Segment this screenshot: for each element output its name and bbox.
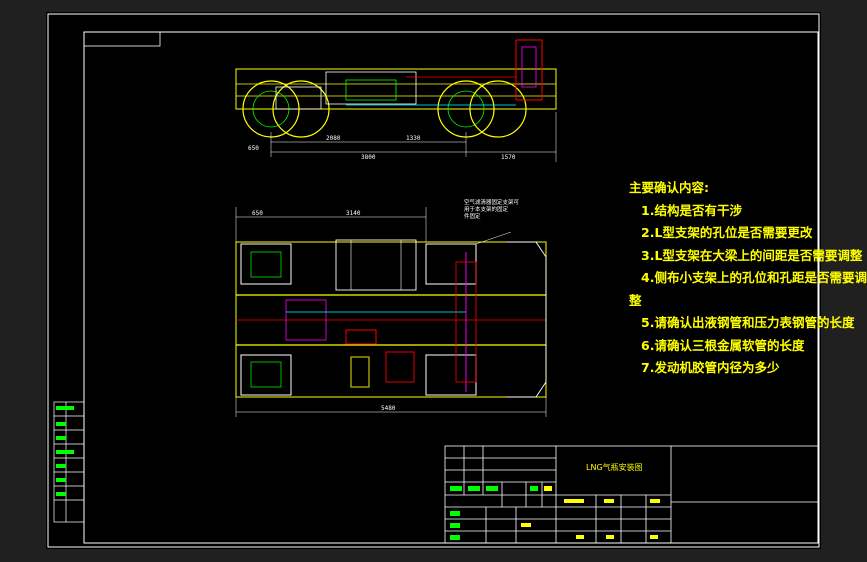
note-item-4: 4.侧布小支架上的孔位和孔距是否需要调 [641,270,867,285]
note-item-5: 5.请确认出液钢管和压力表钢管的长度 [641,315,855,330]
bracket-callout: 空气滤清器固定支架可 用于本支架的固定 件固定 [464,200,519,221]
left-stamp-table [53,401,85,523]
title-block [444,445,819,544]
note-item-6: 6.请确认三根金属软管的长度 [641,337,805,353]
notes-heading: 主要确认内容: [629,180,709,195]
plan-view [235,207,547,417]
title-block-green-marks [450,486,538,540]
note-item-3: 3.L型支架在大梁上的间距是否需要调整 [641,247,863,263]
note-item-7: 7.发动机胶管内径为多少 [641,360,780,375]
dim-side-1: 650 [248,145,259,152]
callout-line-1: 空气滤清器固定支架可 [464,200,520,206]
drawing-title: LNG气瓶安装图 [586,463,643,472]
dim-side-3: 1330 [406,135,421,142]
note-item-1: 1.结构是否有干涉 [641,202,742,218]
side-view [235,39,557,162]
drawing-sheet: 650 2080 1330 3800 1570 650 3140 5480 空气… [46,12,867,549]
note-item-4-continued: 整 [629,292,642,308]
dim-plan-1: 650 [252,210,263,217]
corner-tag-box [83,31,161,47]
dim-side-4: 3800 [361,154,376,161]
confirmation-notes: 主要确认内容: 1.结构是否有干涉 2.L型支架的孔位是否需要更改 3.L型支架… [629,177,867,380]
dim-side-5: 1570 [501,154,516,161]
note-item-2: 2.L型支架的孔位是否需要更改 [641,225,813,240]
callout-line-3: 件固定 [464,214,481,220]
dim-side-2: 2080 [326,135,341,142]
dim-plan-3: 5480 [381,405,396,412]
callout-line-2: 用于本支架的固定 [464,207,509,213]
left-stamp-marks [56,406,74,496]
dim-plan-2: 3140 [346,210,361,217]
